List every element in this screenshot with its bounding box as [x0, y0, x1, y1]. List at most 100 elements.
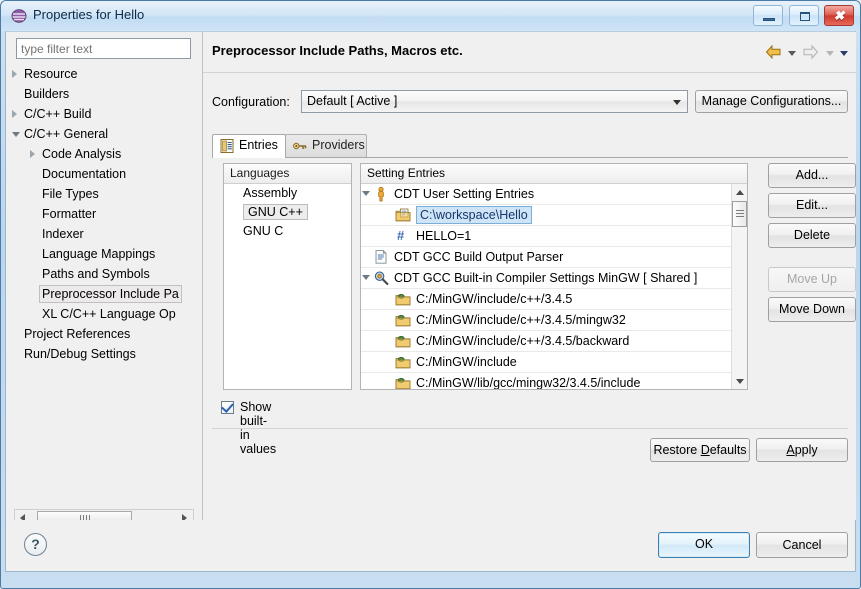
move-down-button[interactable]: Move Down [768, 297, 856, 322]
setting-entry-label: HELLO=1 [416, 229, 472, 243]
sidebar-item-indexer[interactable]: Indexer [10, 224, 196, 244]
language-label: Assembly [243, 186, 298, 200]
sidebar-item-file-types[interactable]: File Types [10, 184, 196, 204]
dialog-footer: ? OK Cancel [5, 520, 856, 572]
builtin-folder-icon [395, 312, 411, 328]
setting-entry-row[interactable]: C:/MinGW/lib/gcc/mingw32/3.4.5/include [361, 373, 732, 389]
entries-tab-panel: Languages Assembly GNU C++ GNU C Setting E… [212, 158, 856, 392]
window-title: Properties for Hello [33, 7, 145, 22]
settings-content-pane: Preprocessor Include Paths, Macros etc. [202, 32, 856, 553]
sidebar-item-label: Paths and Symbols [42, 267, 150, 281]
add-button[interactable]: Add... [768, 163, 856, 188]
output-parser-icon [373, 249, 389, 265]
setting-entry-row[interactable]: CDT GCC Build Output Parser [361, 247, 732, 268]
language-item-assembly[interactable]: Assembly [224, 184, 351, 203]
entries-list-icon [219, 138, 235, 154]
apply-button[interactable]: Apply [756, 438, 848, 462]
tree-collapsed-icon[interactable] [12, 110, 17, 118]
show-builtin-checkbox[interactable] [221, 400, 234, 414]
sidebar-item-project-references[interactable]: Project References [10, 324, 196, 344]
setting-entry-row[interactable]: CDT GCC Built-in Compiler Settings MinGW… [361, 268, 732, 289]
setting-entry-row[interactable]: C:/MinGW/include/c++/3.4.5 [361, 289, 732, 310]
setting-entries-tree[interactable]: Setting Entries CDT User Setting Entries… [360, 163, 748, 390]
setting-entry-row[interactable]: # HELLO=1 [361, 226, 732, 247]
sidebar-item-code-analysis[interactable]: Code Analysis [10, 144, 196, 164]
cancel-button[interactable]: Cancel [756, 532, 848, 558]
sidebar-item-c-c-build[interactable]: C/C++ Build [10, 104, 196, 124]
setting-entry-row[interactable]: C:/MinGW/include/c++/3.4.5/mingw32 [361, 310, 732, 331]
tab-providers[interactable]: Providers [285, 134, 367, 157]
sidebar-item-c-c-general[interactable]: C/C++ General [10, 124, 196, 144]
setting-entry-label: C:/MinGW/include/c++/3.4.5/mingw32 [416, 313, 626, 327]
sidebar-item-label: Code Analysis [42, 147, 122, 161]
restore-defaults-button[interactable]: Restore Defaults [650, 438, 750, 462]
setting-entry-label: C:/MinGW/include/c++/3.4.5 [416, 292, 573, 306]
sidebar-item-label: XL C/C++ Language Op [42, 307, 176, 321]
sidebar-item-label: Project References [24, 327, 131, 341]
setting-entry-row[interactable]: C:/MinGW/include [361, 352, 732, 373]
language-item-gnu-c[interactable]: GNU C [224, 222, 351, 241]
builtin-folder-icon [395, 333, 411, 349]
tree-collapsed-icon[interactable] [12, 70, 17, 78]
ok-button[interactable]: OK [658, 532, 750, 558]
sidebar-item-builders[interactable]: Builders [10, 84, 196, 104]
back-arrow-icon[interactable] [765, 44, 782, 63]
back-history-dropdown-icon[interactable] [787, 51, 796, 56]
user-person-icon [373, 186, 389, 202]
help-icon[interactable]: ? [24, 533, 47, 556]
languages-list[interactable]: Languages Assembly GNU C++ GNU C [223, 163, 352, 390]
sidebar-item-label: Language Mappings [42, 247, 156, 261]
sidebar-item-resource[interactable]: Resource [10, 64, 196, 84]
sidebar-item-xl-c-c-language-op[interactable]: XL C/C++ Language Op [10, 304, 196, 324]
sidebar-item-label: File Types [42, 187, 99, 201]
navigation-controls [762, 44, 848, 62]
sidebar-item-label: C/C++ Build [24, 107, 92, 121]
close-button[interactable]: ✖ [824, 5, 854, 26]
sidebar-item-language-mappings[interactable]: Language Mappings [10, 244, 196, 264]
configuration-select[interactable]: Default [ Active ] [301, 90, 688, 113]
edit-button[interactable]: Edit... [768, 193, 856, 218]
setting-entry-label: CDT User Setting Entries [394, 187, 535, 201]
setting-entry-row[interactable]: C:/MinGW/include/c++/3.4.5/backward [361, 331, 732, 352]
dialog-client-area: Resource Builders C/C++ Build C/C++ General… [5, 31, 856, 554]
sidebar-item-label: Builders [24, 87, 70, 101]
setting-entry-label: CDT GCC Build Output Parser [394, 250, 564, 264]
tree-expanded-icon[interactable] [362, 191, 370, 196]
tab-entries[interactable]: Entries [212, 134, 286, 158]
sidebar-item-preprocessor-include-pa[interactable]: Preprocessor Include Pa [10, 284, 196, 304]
tab-bar: Entries Providers [212, 134, 848, 158]
sidebar-item-paths-and-symbols[interactable]: Paths and Symbols [10, 264, 196, 284]
move-up-button: Move Up [768, 267, 856, 292]
settings-tree[interactable]: Resource Builders C/C++ Build C/C++ General… [10, 64, 196, 528]
forward-history-dropdown-icon [825, 51, 834, 56]
tree-expanded-icon[interactable] [362, 275, 370, 280]
manage-configurations-button[interactable]: Manage Configurations... [695, 90, 848, 113]
macro-hash-icon: # [397, 228, 405, 243]
forward-arrow-icon [802, 44, 819, 63]
builtin-folder-icon [395, 291, 411, 307]
tree-expanded-icon[interactable] [12, 132, 20, 137]
scroll-up-icon[interactable] [732, 184, 747, 200]
scroll-down-icon[interactable] [732, 373, 747, 389]
tree-collapsed-icon[interactable] [30, 150, 35, 158]
builtin-folder-icon [395, 375, 411, 389]
setting-entry-label: C:/MinGW/include [416, 355, 517, 369]
setting-entry-row[interactable]: C:\workspace\Hello [361, 205, 732, 226]
sidebar-item-documentation[interactable]: Documentation [10, 164, 196, 184]
maximize-button[interactable] [788, 5, 819, 26]
language-item-gnu-c[interactable]: GNU C++ [224, 203, 351, 222]
setting-entries-header: Setting Entries [361, 164, 747, 184]
minimize-button[interactable] [753, 5, 784, 26]
setting-entry-row[interactable]: CDT User Setting Entries [361, 184, 732, 205]
sidebar-item-label: Preprocessor Include Pa [39, 285, 182, 303]
chevron-down-icon[interactable] [668, 92, 686, 111]
delete-button[interactable]: Delete [768, 223, 856, 248]
sidebar-item-formatter[interactable]: Formatter [10, 204, 196, 224]
entries-vertical-scrollbar[interactable] [731, 184, 747, 389]
title-bar: Properties for Hello ✖ [1, 1, 860, 31]
entries-scroll-thumb[interactable] [732, 201, 747, 227]
view-menu-icon[interactable] [840, 51, 848, 56]
filter-input[interactable] [16, 38, 191, 59]
compiler-settings-icon [373, 270, 389, 286]
sidebar-item-run-debug-settings[interactable]: Run/Debug Settings [10, 344, 196, 364]
